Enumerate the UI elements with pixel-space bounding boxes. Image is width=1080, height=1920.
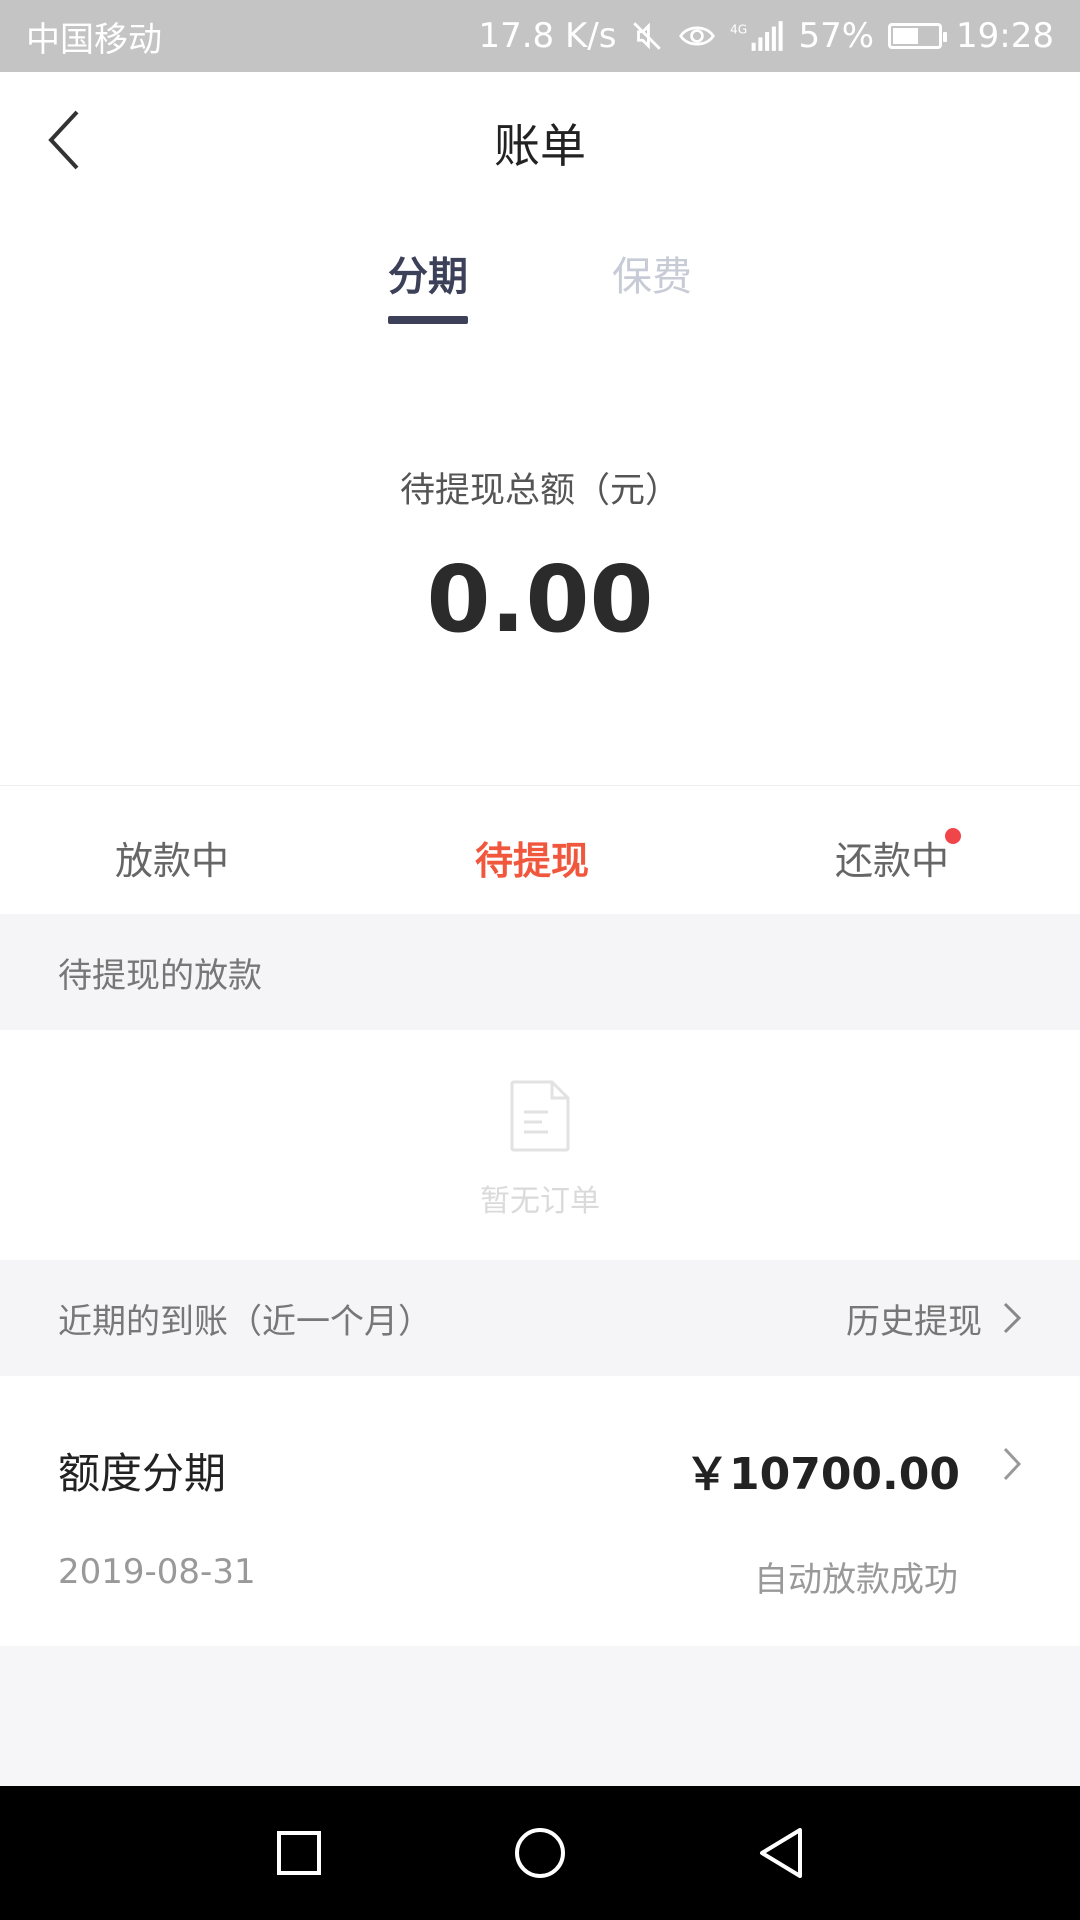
record-date: 2019-08-31	[58, 1552, 256, 1592]
triangle-nav-icon	[760, 1828, 802, 1878]
tab-premium[interactable]: 保费	[612, 244, 692, 302]
recent-apps-button[interactable]	[264, 1818, 334, 1888]
record-row[interactable]: 额度分期 ￥10700.00 2019-08-31 自动放款成功	[0, 1376, 1080, 1646]
notification-dot	[945, 828, 961, 844]
net-speed: 17.8 K/s	[478, 16, 617, 56]
empty-text: 暂无订单	[480, 1184, 600, 1219]
chevron-right-icon	[1003, 1447, 1022, 1481]
pending-section-title: 待提现的放款	[58, 955, 262, 996]
page-title: 账单	[494, 119, 586, 173]
battery-icon	[888, 23, 948, 49]
withdraw-summary: 待提现总额（元） 0.00	[0, 342, 1080, 786]
record-amount: ￥10700.00	[684, 1449, 960, 1500]
square-nav-icon	[277, 1831, 321, 1875]
status-bar-right: 17.8 K/s 4G 57% 19:28	[478, 16, 1054, 56]
circle-nav-icon	[515, 1828, 565, 1878]
system-nav-bar	[0, 1786, 1080, 1920]
battery-percent: 57%	[798, 16, 875, 56]
signal-icon: 4G	[730, 19, 784, 53]
status-bar: 中国移动 17.8 K/s 4G 57% 19:28	[0, 0, 1080, 72]
tab-repaying[interactable]: 还款中	[835, 830, 949, 885]
app-header: 账单	[0, 72, 1080, 202]
summary-amount: 0.00	[426, 546, 654, 653]
home-button[interactable]	[505, 1818, 575, 1888]
summary-label: 待提现总额（元）	[399, 471, 680, 511]
carrier-label: 中国移动	[26, 19, 162, 60]
tab-pending-withdraw[interactable]: 待提现	[475, 830, 589, 885]
history-link-label: 历史提现	[846, 1301, 982, 1342]
top-tabs: 分期 保费	[0, 202, 1080, 342]
empty-state: 暂无订单	[0, 1030, 1080, 1260]
clock: 19:28	[956, 16, 1054, 56]
tab-installment[interactable]: 分期	[388, 244, 468, 302]
chevron-right-icon	[1003, 1302, 1022, 1334]
document-icon	[510, 1080, 570, 1152]
network-type: 4G	[730, 22, 747, 36]
back-nav-button[interactable]	[746, 1818, 816, 1888]
tab-lending[interactable]: 放款中	[115, 830, 229, 885]
active-tab-indicator	[388, 316, 468, 324]
battery-fill	[893, 28, 919, 44]
recent-section-header: 近期的到账（近一个月） 历史提现	[0, 1260, 1080, 1376]
pending-section-header: 待提现的放款	[0, 914, 1080, 1030]
mute-icon	[630, 19, 664, 53]
eye-icon	[678, 21, 716, 51]
recent-section-title: 近期的到账（近一个月）	[58, 1301, 432, 1342]
status-tabs: 放款中 待提现 还款中	[0, 786, 1080, 914]
record-status: 自动放款成功	[754, 1560, 958, 1600]
history-withdraw-link[interactable]: 历史提现	[846, 1294, 1022, 1343]
record-title: 额度分期	[58, 1449, 227, 1498]
